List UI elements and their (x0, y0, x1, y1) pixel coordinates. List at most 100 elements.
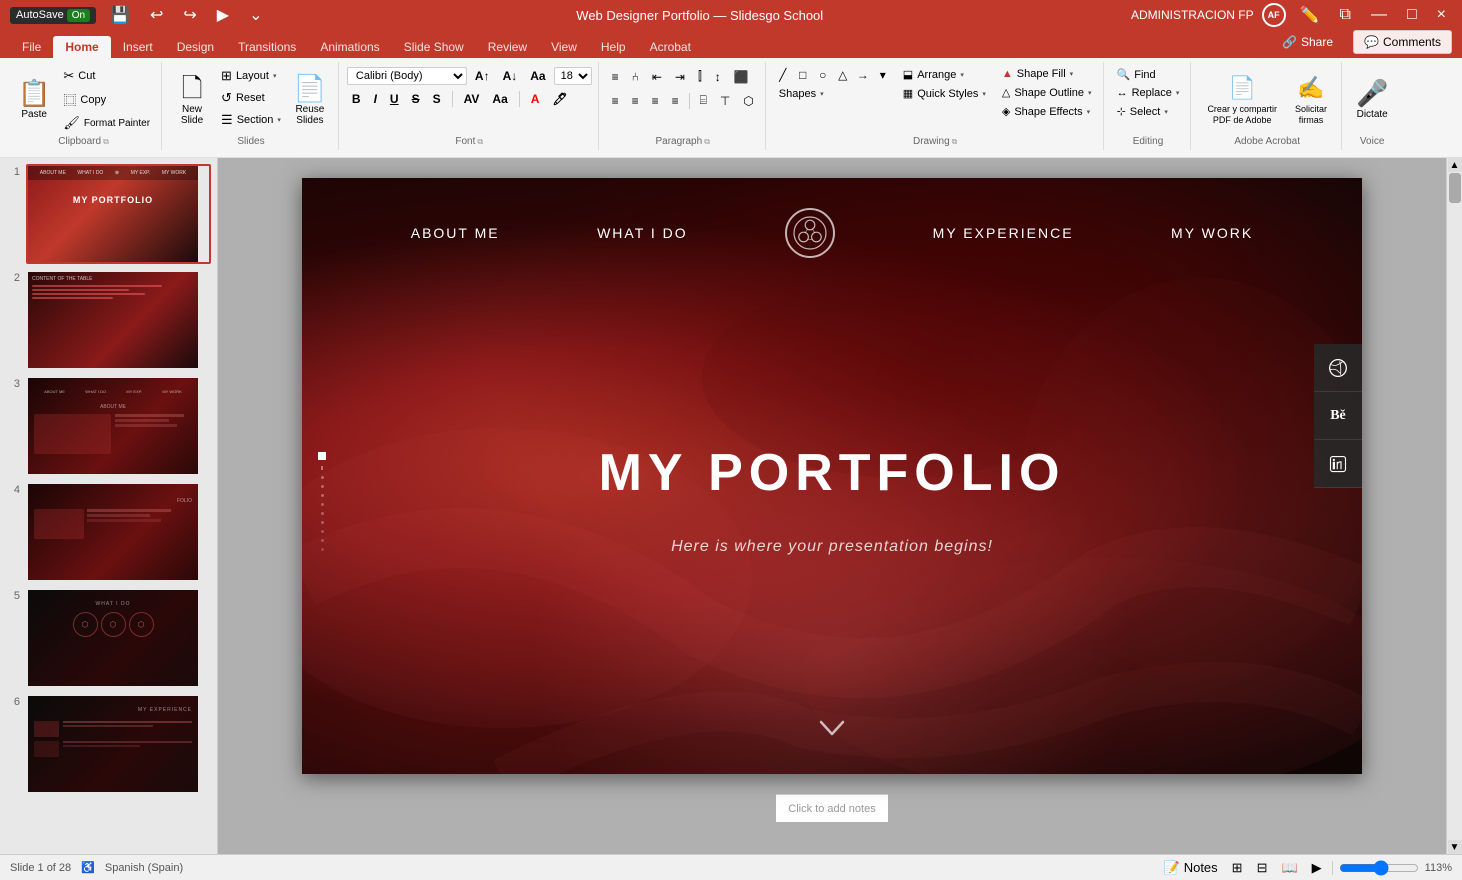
increase-indent-button[interactable]: ⇥ (670, 68, 690, 86)
tab-slideshow[interactable]: Slide Show (392, 36, 476, 58)
slide-thumb-2[interactable]: 2 CONTENT OF THE TABLE (6, 270, 211, 370)
find-button[interactable]: 🔍 Find (1112, 66, 1185, 83)
slide-image-5[interactable]: WHAT I DO ⬡ ⬡ ⬡ (26, 588, 211, 688)
save-button[interactable]: 💾 (104, 3, 136, 27)
smart-art-button[interactable]: ⬛ (729, 68, 754, 86)
para-expand-icon[interactable]: ⧉ (704, 137, 710, 147)
dictate-button[interactable]: 🎤 Dictate (1350, 66, 1394, 134)
select-button[interactable]: ⊹ Select ▾ (1112, 103, 1185, 120)
linkedin-button[interactable] (1314, 440, 1362, 488)
underline-button[interactable]: U (385, 90, 404, 108)
section-button[interactable]: ☰ Section ▾ (216, 110, 286, 130)
create-pdf-button[interactable]: 📄 Crear y compartirPDF de Adobe (1199, 66, 1285, 134)
scroll-up-button[interactable]: ▲ (1448, 158, 1462, 172)
tab-view[interactable]: View (539, 36, 589, 58)
tab-acrobat[interactable]: Acrobat (638, 36, 703, 58)
slide-image-1[interactable]: ABOUT ME WHAT I DO ⊗ MY EXP. MY WORK MY … (26, 164, 211, 264)
align-left-button[interactable]: ≡ (607, 92, 624, 110)
shape-arrow[interactable]: → (854, 66, 872, 84)
slide-thumb-1[interactable]: 1 ABOUT ME WHAT I DO ⊗ MY EXP. MY WORK M… (6, 164, 211, 264)
replace-button[interactable]: ↔ Replace ▾ (1112, 85, 1185, 101)
tab-home[interactable]: Home (53, 36, 110, 58)
undo-button[interactable]: ↩ (144, 3, 169, 27)
scroll-down-button[interactable]: ▼ (1448, 840, 1462, 854)
reuse-slides-button[interactable]: 📄 ReuseSlides (288, 66, 332, 134)
format-painter-button[interactable]: 🖌 Format Painter (58, 113, 155, 133)
shape-triangle[interactable]: △ (834, 66, 852, 84)
shapes-button[interactable]: Shapes ▾ (774, 86, 892, 102)
zoom-slider[interactable] (1339, 860, 1419, 876)
shape-rect[interactable]: □ (794, 66, 812, 84)
slide-thumb-5[interactable]: 5 WHAT I DO ⬡ ⬡ (6, 588, 211, 688)
shape-more[interactable]: ▾ (874, 66, 892, 84)
char-spacing-button[interactable]: AV (459, 90, 485, 108)
tab-insert[interactable]: Insert (111, 36, 165, 58)
numbering-button[interactable]: ⑃ (627, 68, 644, 86)
clipboard-expand-icon[interactable]: ⧉ (103, 137, 109, 147)
tab-help[interactable]: Help (589, 36, 638, 58)
shadow-button[interactable]: S (428, 90, 446, 108)
reset-button[interactable]: ↺ Reset (216, 88, 286, 108)
text-case-button[interactable]: Aa (487, 90, 512, 108)
autosave-toggle[interactable]: AutoSave On (10, 7, 96, 24)
new-slide-button[interactable]: 🗋 NewSlide (170, 66, 214, 134)
drawing-expand-icon[interactable]: ⧉ (952, 137, 958, 147)
font-color-button[interactable]: A (526, 90, 545, 108)
shape-effects-button[interactable]: ◈ Shape Effects ▾ (997, 103, 1097, 120)
strikethrough-button[interactable]: S (407, 90, 425, 108)
text-direction-button[interactable]: ⌸ (695, 91, 712, 110)
bold-button[interactable]: B (347, 90, 366, 108)
restore-button[interactable]: ⧉ (1334, 4, 1357, 26)
slide-thumb-4[interactable]: 4 FOLIO (6, 482, 211, 582)
canvas-area[interactable]: ABOUT ME WHAT I DO (218, 158, 1446, 854)
font-size-increase[interactable]: A↑ (470, 67, 495, 85)
tab-animations[interactable]: Animations (308, 36, 391, 58)
arrange-button[interactable]: ⬓ Arrange ▾ (898, 66, 991, 83)
notes-button[interactable]: 📝 Notes (1160, 858, 1222, 878)
align-right-button[interactable]: ≡ (647, 92, 664, 110)
clear-format-button[interactable]: Aa (525, 67, 550, 85)
cut-button[interactable]: ✂ Cut (58, 66, 155, 86)
redo-button[interactable]: ↪ (177, 3, 202, 27)
close-button[interactable]: × (1431, 4, 1452, 26)
decrease-indent-button[interactable]: ⇤ (647, 68, 667, 86)
tab-file[interactable]: File (10, 36, 53, 58)
font-size-decrease[interactable]: A↓ (498, 67, 523, 85)
minimize-button[interactable]: — (1365, 4, 1393, 26)
normal-view-button[interactable]: ⊞ (1228, 858, 1247, 878)
tab-review[interactable]: Review (476, 36, 539, 58)
align-center-button[interactable]: ≡ (627, 92, 644, 110)
pen-icon[interactable]: ✏️ (1294, 3, 1326, 27)
customize-button[interactable]: ⌄ (243, 3, 268, 27)
italic-button[interactable]: I (369, 90, 382, 108)
justify-button[interactable]: ≡ (667, 92, 684, 110)
slide-image-6[interactable]: MY EXPERIENCE (26, 694, 211, 794)
slide-sorter-button[interactable]: ⊟ (1253, 858, 1272, 878)
shape-line[interactable]: ╱ (774, 66, 792, 84)
vertical-scrollbar[interactable]: ▲ ▼ (1446, 158, 1462, 854)
comments-button[interactable]: 💬 Comments (1353, 30, 1452, 54)
slideshow-button[interactable]: ▶ (1308, 858, 1326, 878)
slide-thumb-3[interactable]: 3 ABOUT ME WHAT I DO MY EXP. MY WORK ABO… (6, 376, 211, 476)
reading-view-button[interactable]: 📖 (1277, 858, 1301, 878)
notes-bar[interactable]: Click to add notes (776, 794, 887, 822)
font-name-select[interactable]: Calibri (Body) (347, 67, 467, 85)
slide-image-3[interactable]: ABOUT ME WHAT I DO MY EXP. MY WORK ABOUT… (26, 376, 211, 476)
scroll-thumb[interactable] (1449, 173, 1461, 203)
shape-oval[interactable]: ○ (814, 66, 832, 84)
slide-thumb-6[interactable]: 6 MY EXPERIENCE (6, 694, 211, 794)
columns-button[interactable]: ⫿ (693, 67, 707, 86)
slide-image-2[interactable]: CONTENT OF THE TABLE (26, 270, 211, 370)
bullets-button[interactable]: ≡ (607, 68, 624, 86)
font-expand-icon[interactable]: ⧉ (477, 137, 483, 147)
line-spacing-button[interactable]: ↕ (710, 68, 726, 86)
copy-button[interactable]: ⿴ Copy (58, 88, 155, 111)
tab-transitions[interactable]: Transitions (226, 36, 308, 58)
layout-button[interactable]: ⊞ Layout ▾ (216, 66, 286, 86)
align-text-button[interactable]: ⊤ (715, 92, 735, 110)
dribbble-button[interactable] (1314, 344, 1362, 392)
quick-styles-button[interactable]: ▦ Quick Styles ▾ (898, 85, 991, 102)
slide-image-4[interactable]: FOLIO (26, 482, 211, 582)
paste-button[interactable]: 📋 Paste (12, 66, 56, 134)
present-button[interactable]: ▶ (211, 3, 235, 27)
